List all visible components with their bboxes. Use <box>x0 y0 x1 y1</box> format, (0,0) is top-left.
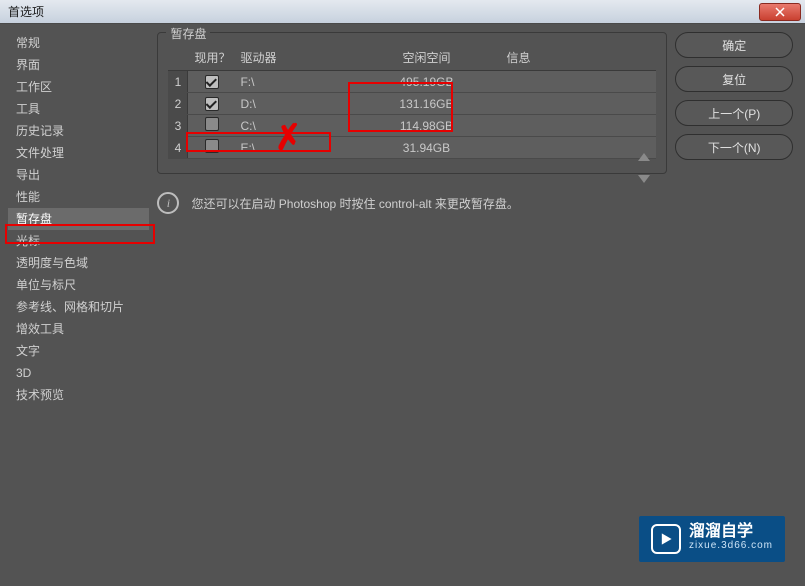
info-icon: i <box>157 192 179 214</box>
row-index: 4 <box>168 137 188 158</box>
table-row[interactable]: 2 D:\131.16GB <box>168 93 656 115</box>
sidebar-item[interactable]: 性能 <box>8 186 149 208</box>
move-down-button[interactable] <box>638 175 650 183</box>
header-space: 空闲空间 <box>356 49 496 66</box>
sidebar-item[interactable]: 历史记录 <box>8 120 149 142</box>
main-panel: 暂存盘 现用？ 驱动器 空闲空间 信息 1 F:\495.19GB 2 D:\131.… <box>149 24 675 586</box>
table-row[interactable]: 3 C:\114.98GB <box>168 115 656 137</box>
row-space: 131.16GB <box>356 97 496 111</box>
sidebar: 常规界面工作区工具历史记录文件处理导出性能暂存盘光标透明度与色域单位与标尺参考线… <box>0 24 149 586</box>
reset-button[interactable]: 复位 <box>675 66 793 92</box>
sidebar-item[interactable]: 技术预览 <box>8 384 149 406</box>
dialog-buttons: 确定 复位 上一个(P) 下一个(N) <box>675 24 805 586</box>
sidebar-item[interactable]: 工具 <box>8 98 149 120</box>
active-checkbox[interactable] <box>205 97 219 111</box>
ok-button[interactable]: 确定 <box>675 32 793 58</box>
sidebar-item[interactable]: 界面 <box>8 54 149 76</box>
row-drive: F:\ <box>236 75 356 89</box>
row-index: 2 <box>168 93 188 114</box>
row-index: 1 <box>168 71 188 92</box>
sidebar-item[interactable]: 暂存盘 <box>8 208 149 230</box>
move-up-button[interactable] <box>638 153 650 161</box>
row-space: 495.19GB <box>356 75 496 89</box>
sidebar-item[interactable]: 工作区 <box>8 76 149 98</box>
row-active-cell <box>188 139 236 156</box>
panel-title: 暂存盘 <box>166 25 210 42</box>
titlebar: 首选项 <box>0 0 805 24</box>
sidebar-item[interactable]: 导出 <box>8 164 149 186</box>
sidebar-item[interactable]: 3D <box>8 362 149 384</box>
sidebar-item[interactable]: 透明度与色域 <box>8 252 149 274</box>
table-rows: 1 F:\495.19GB 2 D:\131.16GB 3 C:\114.98GB 4 E:\… <box>168 70 656 159</box>
hint-text: 您还可以在启动 Photoshop 时按住 control-alt 来更改暂存盘… <box>191 195 518 212</box>
row-drive: E:\ <box>236 141 356 155</box>
row-drive: D:\ <box>236 97 356 111</box>
watermark-url: zixue.3d66.com <box>689 539 773 553</box>
header-drive: 驱动器 <box>236 49 356 66</box>
row-index: 3 <box>168 115 188 136</box>
sidebar-item[interactable]: 文字 <box>8 340 149 362</box>
watermark-brand: 溜溜自学 <box>689 525 773 539</box>
active-checkbox[interactable] <box>205 75 219 89</box>
header-active: 现用？ <box>188 49 236 66</box>
row-drive: C:\ <box>236 119 356 133</box>
active-checkbox[interactable] <box>205 139 219 153</box>
window-title: 首选项 <box>8 3 44 20</box>
row-active-cell <box>188 117 236 134</box>
header-info: 信息 <box>496 49 656 66</box>
watermark: 溜溜自学 zixue.3d66.com <box>639 516 785 562</box>
reorder-arrows <box>638 153 650 183</box>
active-checkbox[interactable] <box>205 117 219 131</box>
row-active-cell <box>188 74 236 89</box>
close-icon <box>775 7 785 17</box>
next-button[interactable]: 下一个(N) <box>675 134 793 160</box>
hint-row: i 您还可以在启动 Photoshop 时按住 control-alt 来更改暂… <box>157 192 667 214</box>
row-space: 31.94GB <box>356 141 496 155</box>
close-button[interactable] <box>759 3 801 21</box>
row-active-cell <box>188 96 236 111</box>
sidebar-item[interactable]: 常规 <box>8 32 149 54</box>
sidebar-item[interactable]: 单位与标尺 <box>8 274 149 296</box>
table-header: 现用？ 驱动器 空闲空间 信息 <box>168 43 656 70</box>
play-icon <box>651 524 681 554</box>
sidebar-item[interactable]: 增效工具 <box>8 318 149 340</box>
sidebar-item[interactable]: 光标 <box>8 230 149 252</box>
prev-button[interactable]: 上一个(P) <box>675 100 793 126</box>
table-row[interactable]: 1 F:\495.19GB <box>168 71 656 93</box>
sidebar-item[interactable]: 参考线、网格和切片 <box>8 296 149 318</box>
row-space: 114.98GB <box>356 119 496 133</box>
sidebar-item[interactable]: 文件处理 <box>8 142 149 164</box>
table-row[interactable]: 4 E:\31.94GB <box>168 137 656 159</box>
scratch-disk-panel: 暂存盘 现用？ 驱动器 空闲空间 信息 1F:\495.19GB2D:\131.… <box>157 32 667 174</box>
